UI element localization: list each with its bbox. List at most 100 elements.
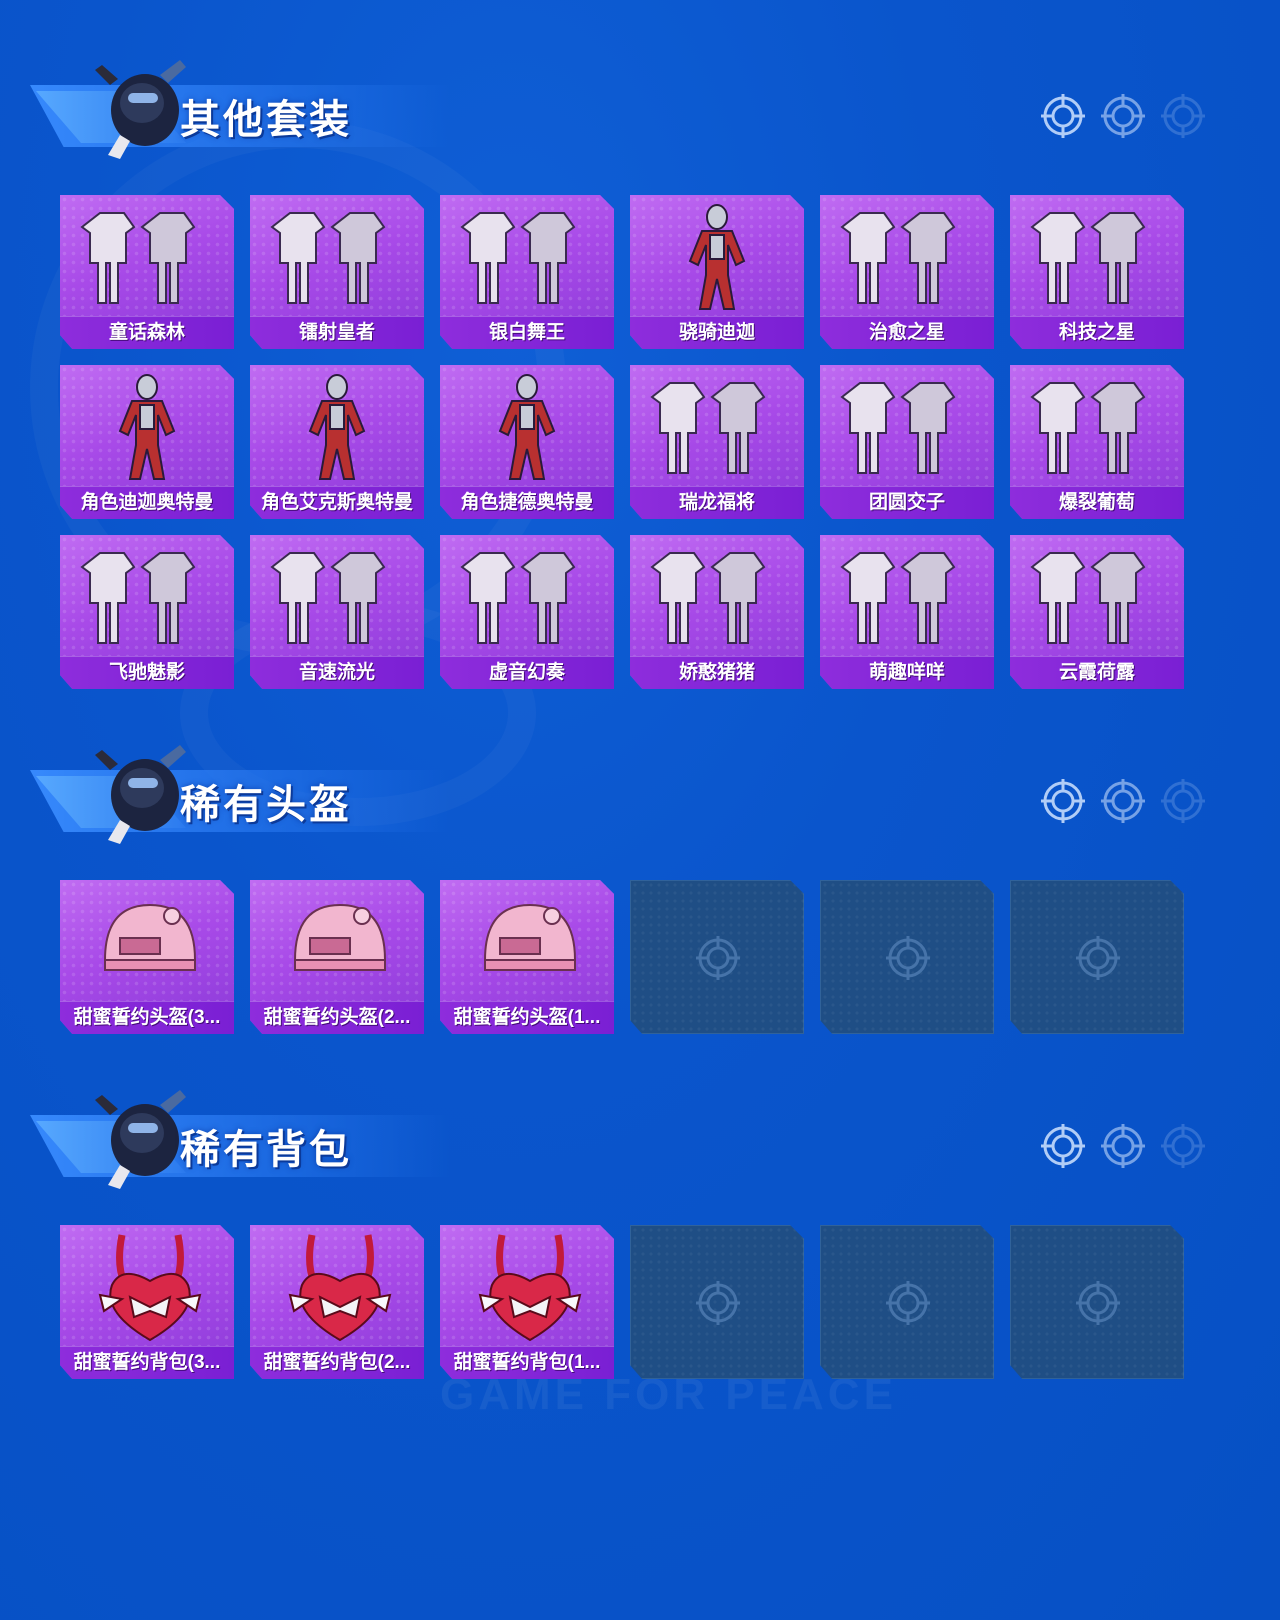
outfit-pair-icon (80, 212, 196, 304)
item-label: 科技之星 (1010, 316, 1184, 349)
backpack-icon (98, 1234, 202, 1342)
item-label: 甜蜜誓约背包(2... (250, 1346, 424, 1379)
item-label: 爆裂葡萄 (1010, 486, 1184, 519)
empty-slot (630, 1225, 804, 1379)
reticle-icon (1160, 93, 1206, 139)
item-card[interactable]: 科技之星 (1010, 195, 1184, 349)
item-card[interactable]: 飞驰魅影 (60, 535, 234, 689)
empty-slot (630, 880, 804, 1034)
item-card[interactable]: 萌趣咩咩 (820, 535, 994, 689)
outfit-pair-icon (1030, 212, 1146, 304)
outfit-pair-icon (270, 552, 386, 644)
hero-figure-icon (498, 374, 556, 480)
empty-slot-reticle-icon (1075, 1280, 1121, 1326)
item-label: 甜蜜誓约背包(3... (60, 1346, 234, 1379)
empty-slot (820, 1225, 994, 1379)
item-card[interactable]: 治愈之星 (820, 195, 994, 349)
outfit-pair-icon (840, 382, 956, 474)
item-label: 瑞龙福将 (630, 486, 804, 519)
item-card[interactable]: 团圆交子 (820, 365, 994, 519)
item-card[interactable]: 甜蜜誓约头盔(1... (440, 880, 614, 1034)
item-label: 团圆交子 (820, 486, 994, 519)
empty-slot-reticle-icon (885, 935, 931, 981)
item-card[interactable]: 音速流光 (250, 535, 424, 689)
backpack-icon (288, 1234, 392, 1342)
item-label: 童话森林 (60, 316, 234, 349)
item-label: 虚音幻奏 (440, 656, 614, 689)
reticle-icon (1100, 93, 1146, 139)
empty-slot-reticle-icon (695, 1280, 741, 1326)
empty-slot-reticle-icon (695, 935, 741, 981)
helmet-icon (103, 903, 197, 971)
empty-slot (1010, 880, 1184, 1034)
item-label: 银白舞王 (440, 316, 614, 349)
item-label: 角色迪迦奥特曼 (60, 486, 234, 519)
outfit-pair-icon (650, 552, 766, 644)
item-label: 骁骑迪迦 (630, 316, 804, 349)
empty-slot-reticle-icon (1075, 935, 1121, 981)
item-card[interactable]: 角色迪迦奥特曼 (60, 365, 234, 519)
item-label: 角色艾克斯奥特曼 (250, 486, 424, 519)
item-card[interactable]: 娇憨猪猪 (630, 535, 804, 689)
item-label: 角色捷德奥特曼 (440, 486, 614, 519)
outfit-pair-icon (1030, 552, 1146, 644)
hero-figure-icon (308, 374, 366, 480)
item-label: 甜蜜誓约背包(1... (440, 1346, 614, 1379)
section-title: 其他套装 (180, 98, 352, 142)
section-header: 其他套装 (30, 55, 1250, 165)
hero-figure-icon (688, 204, 746, 310)
item-label: 治愈之星 (820, 316, 994, 349)
item-card[interactable]: 甜蜜誓约背包(2... (250, 1225, 424, 1379)
item-label: 镭射皇者 (250, 316, 424, 349)
item-card[interactable]: 角色艾克斯奥特曼 (250, 365, 424, 519)
reticle-icon (1160, 778, 1206, 824)
item-label: 萌趣咩咩 (820, 656, 994, 689)
section-title: 稀有头盔 (180, 783, 352, 827)
empty-slot (1010, 1225, 1184, 1379)
item-label: 云霞荷露 (1010, 656, 1184, 689)
section-header: 稀有背包 (30, 1085, 1250, 1195)
reticle-icon (1100, 778, 1146, 824)
outfit-pair-icon (270, 212, 386, 304)
reticle-icon (1040, 778, 1086, 824)
empty-slot-reticle-icon (885, 1280, 931, 1326)
item-label: 飞驰魅影 (60, 656, 234, 689)
item-card[interactable]: 童话森林 (60, 195, 234, 349)
item-card[interactable]: 骁骑迪迦 (630, 195, 804, 349)
item-card[interactable]: 瑞龙福将 (630, 365, 804, 519)
item-card[interactable]: 角色捷德奥特曼 (440, 365, 614, 519)
reticle-group (1040, 1123, 1220, 1173)
reticle-group (1040, 778, 1220, 828)
reticle-icon (1100, 1123, 1146, 1169)
item-label: 甜蜜誓约头盔(3... (60, 1001, 234, 1034)
item-label: 甜蜜誓约头盔(2... (250, 1001, 424, 1034)
helmet-icon (483, 903, 577, 971)
item-card[interactable]: 爆裂葡萄 (1010, 365, 1184, 519)
outfit-pair-icon (1030, 382, 1146, 474)
item-card[interactable]: 甜蜜誓约背包(1... (440, 1225, 614, 1379)
item-card[interactable]: 云霞荷露 (1010, 535, 1184, 689)
outfit-pair-icon (460, 552, 576, 644)
reticle-icon (1160, 1123, 1206, 1169)
item-card[interactable]: 银白舞王 (440, 195, 614, 349)
reticle-icon (1040, 1123, 1086, 1169)
item-label: 音速流光 (250, 656, 424, 689)
outfit-pair-icon (650, 382, 766, 474)
backpack-icon (478, 1234, 582, 1342)
item-card[interactable]: 虚音幻奏 (440, 535, 614, 689)
reticle-group (1040, 93, 1220, 143)
empty-slot (820, 880, 994, 1034)
hero-figure-icon (118, 374, 176, 480)
item-card[interactable]: 甜蜜誓约背包(3... (60, 1225, 234, 1379)
item-card[interactable]: 甜蜜誓约头盔(2... (250, 880, 424, 1034)
section-header: 稀有头盔 (30, 740, 1250, 850)
outfit-pair-icon (840, 552, 956, 644)
item-card[interactable]: 镭射皇者 (250, 195, 424, 349)
outfit-pair-icon (460, 212, 576, 304)
item-card[interactable]: 甜蜜誓约头盔(3... (60, 880, 234, 1034)
outfit-pair-icon (80, 552, 196, 644)
item-label: 娇憨猪猪 (630, 656, 804, 689)
section-title: 稀有背包 (180, 1128, 352, 1172)
item-label: 甜蜜誓约头盔(1... (440, 1001, 614, 1034)
outfit-pair-icon (840, 212, 956, 304)
